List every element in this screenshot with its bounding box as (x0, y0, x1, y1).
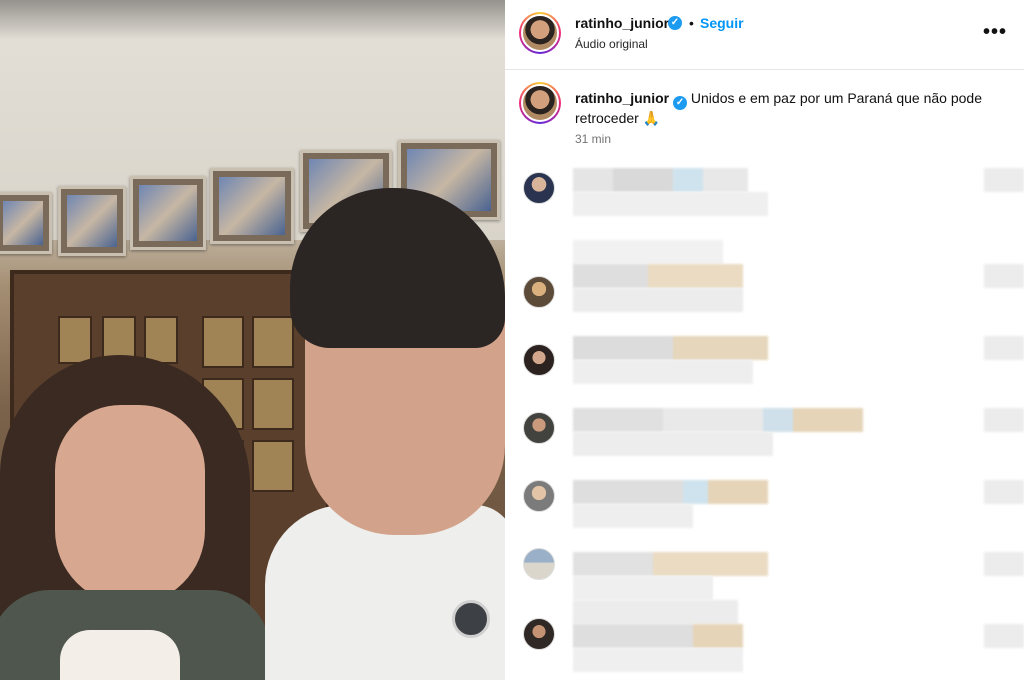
comment-blurred (984, 552, 1024, 576)
post-media[interactable] (0, 0, 505, 680)
wall-picture-frame (58, 186, 126, 256)
ceiling-shadow (0, 0, 505, 40)
comment-blurred (573, 432, 773, 456)
praying-hands-emoji: 🙏 (642, 110, 661, 126)
comment-avatar[interactable] (523, 344, 555, 376)
caption: ratinho_junior ✓ Unidos e em paz por um … (575, 88, 1005, 128)
wall-picture-frame (0, 192, 52, 254)
comment-avatar[interactable] (523, 548, 555, 580)
comment-blurred (573, 600, 738, 624)
comment-blurred (984, 624, 1024, 648)
wall-picture-frame (210, 168, 294, 244)
person-left-blouse (60, 630, 180, 680)
post-header: ratinho_junior ✓ • Seguir Áudio original… (505, 0, 1024, 70)
comment-blurred (573, 288, 743, 312)
comment-blurred (573, 552, 768, 576)
person-left-face (55, 405, 205, 605)
comment-avatar[interactable] (523, 412, 555, 444)
comment-blurred (573, 624, 743, 648)
comment-avatar[interactable] (523, 276, 555, 308)
comment-blurred (573, 336, 768, 360)
lapel-pin (452, 600, 490, 638)
separator-dot: • (689, 15, 694, 31)
post-timestamp[interactable]: 31 min (575, 132, 611, 146)
comment-blurred (573, 168, 748, 192)
comment-blurred (984, 408, 1024, 432)
comment-blurred (984, 168, 1024, 192)
comment-avatar[interactable] (523, 480, 555, 512)
comment-blurred (984, 480, 1024, 504)
comment-blurred (573, 480, 768, 504)
comment-blurred (573, 504, 693, 528)
comment-blurred (573, 192, 768, 216)
comment-blurred (573, 408, 863, 432)
author-username[interactable]: ratinho_junior (575, 15, 669, 31)
more-options-icon[interactable]: ••• (983, 21, 1007, 44)
comment-blurred (984, 264, 1024, 288)
comment-blurred (573, 576, 713, 600)
verified-badge-icon: ✓ (668, 16, 682, 30)
caption-username[interactable]: ratinho_junior (575, 90, 669, 106)
author-avatar[interactable] (519, 12, 561, 54)
verified-badge-icon: ✓ (673, 96, 688, 110)
comment-blurred (984, 336, 1024, 360)
post-sidebar: ratinho_junior ✓ • Seguir Áudio original… (505, 0, 1024, 680)
audio-label[interactable]: Áudio original (575, 37, 648, 51)
comment-avatar[interactable] (523, 172, 555, 204)
comment-blurred (573, 360, 753, 384)
follow-button[interactable]: Seguir (700, 15, 744, 31)
caption-author-avatar[interactable] (519, 82, 561, 124)
wall-picture-frame (130, 176, 206, 250)
comment-blurred (573, 648, 743, 672)
comment-blurred (573, 240, 723, 264)
comment-avatar[interactable] (523, 618, 555, 650)
comment-blurred (573, 264, 743, 288)
